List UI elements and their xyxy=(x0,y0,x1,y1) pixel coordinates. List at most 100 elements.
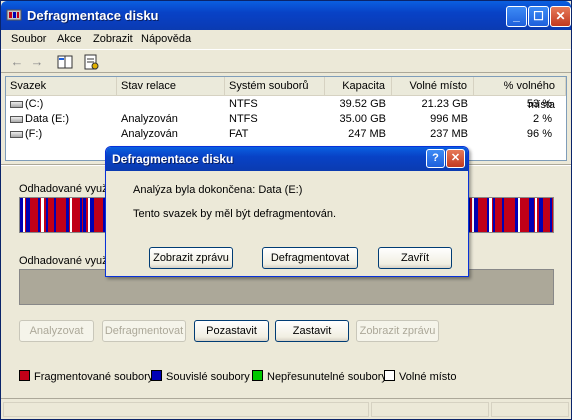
col-status[interactable]: Stav relace xyxy=(117,77,225,96)
volume-name: (F:) xyxy=(25,128,43,140)
usage-segment xyxy=(493,198,495,232)
toolbar: ← → xyxy=(1,51,571,73)
usage-segment xyxy=(474,198,478,232)
col-free[interactable]: Volné místo xyxy=(392,77,474,96)
pause-button[interactable]: Pozastavit xyxy=(194,320,269,342)
dialog-close-button[interactable]: ✕ xyxy=(446,149,465,168)
status-pane-3 xyxy=(491,402,569,417)
view-report-button[interactable]: Zobrazit zprávu xyxy=(356,320,439,342)
volume-free: 996 MB xyxy=(430,113,468,125)
volume-fs: FAT xyxy=(229,128,249,140)
usage-segment xyxy=(54,198,56,232)
volume-status xyxy=(117,98,225,111)
volume-status: Analyzován xyxy=(121,113,178,125)
menu-bar: Soubor Akce Zobrazit Nápověda xyxy=(1,30,571,50)
usage-segment xyxy=(550,198,552,232)
usage-segment xyxy=(518,198,520,232)
legend-free-label: Volné místo xyxy=(399,371,457,383)
dialog-view-report-button[interactable]: Zobrazit zprávu xyxy=(149,247,233,269)
volume-pct-free: 2 % xyxy=(533,113,552,125)
volume-list-header: Svazek Stav relace Systém souborů Kapaci… xyxy=(6,77,566,111)
menu-napoveda[interactable]: Nápověda xyxy=(141,33,191,45)
arrow-left-icon[interactable]: ← xyxy=(9,54,25,70)
dialog-title: Defragmentace disku xyxy=(112,152,234,166)
menu-akce[interactable]: Akce xyxy=(57,33,81,45)
minimize-button[interactable]: _ xyxy=(506,6,527,27)
window-title: Defragmentace disku xyxy=(27,8,159,23)
fragmented-swatch xyxy=(19,370,30,381)
legend-contiguous-label: Souvislé soubory xyxy=(166,371,250,383)
dialog-message-1: Analýza byla dokončena: Data (E:) xyxy=(133,184,303,196)
volume-name: (C:) xyxy=(25,98,44,110)
usage-segment xyxy=(90,198,94,232)
volume-name: Data (E:) xyxy=(25,113,70,125)
legend-unmovable: Nepřesunutelné soubory xyxy=(252,370,387,384)
usage-segment xyxy=(539,198,543,232)
col-volume[interactable]: Svazek xyxy=(6,77,117,96)
volume-capacity: 35.00 GB xyxy=(339,113,386,125)
dialog-message-2: Tento svazek by měl být defragmentován. xyxy=(133,208,336,220)
view-icon[interactable] xyxy=(57,54,73,70)
legend-fragmented-label: Fragmentované soubory xyxy=(34,371,154,383)
legend-fragmented: Fragmentované soubory xyxy=(19,370,153,384)
dialog-body: Analýza byla dokončena: Data (E:) Tento … xyxy=(109,171,465,274)
col-capacity[interactable]: Kapacita xyxy=(325,77,392,96)
usage-segment xyxy=(26,198,30,232)
defrag-app-icon xyxy=(6,9,22,21)
close-button[interactable]: ✕ xyxy=(550,6,571,27)
usage-segment xyxy=(66,198,69,232)
volume-status: Analyzován xyxy=(121,128,178,140)
volume-fs: NTFS xyxy=(229,113,258,125)
usage-segment xyxy=(531,198,534,232)
volume-free: 237 MB xyxy=(430,128,468,140)
legend-unmovable-label: Nepřesunutelné soubory xyxy=(267,371,387,383)
analysis-dialog: Defragmentace disku ? ✕ Analýza byla dok… xyxy=(105,146,469,277)
status-bar xyxy=(1,398,571,419)
free-swatch xyxy=(384,370,395,381)
usage-segment xyxy=(489,198,492,232)
legend-free: Volné místo xyxy=(384,370,456,384)
title-bar: Defragmentace disku _ ☐ ✕ xyxy=(1,1,571,30)
usage-segment xyxy=(41,198,44,232)
usage-segment xyxy=(70,198,72,232)
unmovable-swatch xyxy=(252,370,263,381)
hard-drive-icon xyxy=(10,130,23,138)
stop-button[interactable]: Zastavit xyxy=(275,320,349,342)
usage-segment xyxy=(502,198,504,232)
usage-segment xyxy=(38,198,40,232)
help-button[interactable]: ? xyxy=(426,149,445,168)
defragment-button[interactable]: Defragmentovat xyxy=(102,320,186,342)
col-pct-free[interactable]: % volného místa xyxy=(474,77,566,111)
hard-drive-icon xyxy=(10,100,23,108)
volume-row[interactable]: (F:) Analyzován FAT 247 MB 237 MB 96 % xyxy=(6,127,566,142)
dialog-close-text-button[interactable]: Zavřít xyxy=(378,247,452,269)
volume-row[interactable]: Data (E:) Analyzován NTFS 35.00 GB 996 M… xyxy=(6,112,566,127)
maximize-button[interactable]: ☐ xyxy=(528,6,549,27)
usage-segment xyxy=(46,198,48,232)
volume-capacity: 39.52 GB xyxy=(339,98,386,110)
volume-name-cell: (F:) xyxy=(6,128,117,141)
usage-before-label: Odhadované využití xyxy=(19,183,117,195)
volume-free: 21.23 GB xyxy=(421,98,468,110)
menu-soubor[interactable]: Soubor xyxy=(11,33,46,45)
menu-zobrazit[interactable]: Zobrazit xyxy=(93,33,133,45)
col-fs[interactable]: Systém souborů xyxy=(225,77,325,96)
volume-pct-free: 53 % xyxy=(526,98,552,110)
dialog-defragment-button[interactable]: Defragmentovat xyxy=(262,247,358,269)
arrow-right-icon[interactable]: → xyxy=(29,54,45,70)
volume-fs: NTFS xyxy=(229,98,258,110)
analyze-button[interactable]: Analyzovat xyxy=(19,320,94,342)
status-pane-main xyxy=(3,402,369,417)
legend-contiguous: Souvislé soubory xyxy=(151,370,250,384)
defrag-window: Defragmentace disku _ ☐ ✕ Soubor Akce Zo… xyxy=(0,0,572,420)
volume-row[interactable]: (C:) NTFS 39.52 GB 21.23 GB 53 % xyxy=(6,97,566,112)
volume-capacity: 247 MB xyxy=(348,128,386,140)
volume-name-cell: Data (E:) xyxy=(6,113,117,126)
usage-segment xyxy=(80,198,82,232)
usage-segment xyxy=(83,198,86,232)
status-pane-2 xyxy=(371,402,489,417)
properties-icon[interactable] xyxy=(83,54,99,70)
usage-segment xyxy=(535,198,537,232)
volume-pct-free: 96 % xyxy=(526,128,552,140)
usage-after-label: Odhadované využití xyxy=(19,255,117,267)
